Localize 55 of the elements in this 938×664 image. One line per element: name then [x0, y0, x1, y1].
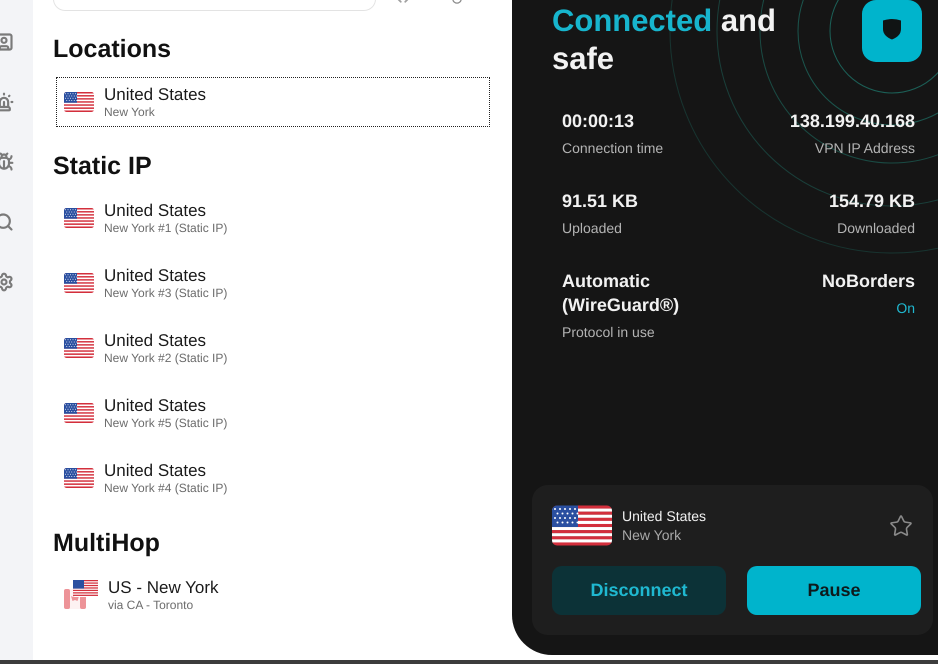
- flag-icon: [64, 208, 94, 228]
- location-name: United States: [104, 200, 208, 220]
- flag-icon: [64, 338, 94, 358]
- location-name: US - New York: [108, 578, 219, 598]
- location-detail: New York #2 (Static IP): [104, 350, 228, 366]
- stat-value: Automatic (WireGuard®): [562, 270, 680, 317]
- location-detail: New York #3 (Static IP): [104, 286, 228, 300]
- location-detail: New York: [622, 526, 682, 544]
- flag-icon: [64, 403, 94, 423]
- section-heading: MultiHop: [53, 529, 161, 557]
- stat-value: 00:00:13: [562, 110, 634, 133]
- location-name: United States: [104, 460, 208, 480]
- stat-value: 91.51 KB: [562, 190, 638, 213]
- location-item[interactable]: United States New York #1 (Static IP): [56, 193, 490, 243]
- user-icon[interactable]: [0, 32, 14, 52]
- location-item[interactable]: US - New York via CA - Toronto: [56, 570, 490, 620]
- location-detail: New York #4 (Static IP): [104, 480, 228, 496]
- location-item[interactable]: United States New York #4 (Static IP): [56, 453, 490, 503]
- stat-value: NoBorders: [822, 270, 915, 293]
- status-title: Connected and safe: [552, 2, 777, 78]
- location-detail: via CA - Toronto: [108, 598, 194, 612]
- section-heading: Static IP: [53, 152, 153, 180]
- search-icon[interactable]: [0, 212, 14, 232]
- double-flag-icon: [64, 580, 98, 610]
- stat-value: 154.79 KB: [828, 190, 915, 213]
- flag-icon: [64, 273, 94, 293]
- section-heading: Locations: [53, 35, 172, 63]
- flag-icon: [64, 468, 94, 488]
- stat-label: VPN IP Address: [814, 139, 915, 158]
- location-item[interactable]: United States New York #3 (Static IP): [56, 258, 490, 308]
- stat-label: Protocol in use: [562, 323, 655, 342]
- bug-icon[interactable]: [0, 152, 14, 172]
- stat-label: Uploaded: [562, 219, 622, 238]
- location-detail: New York: [104, 104, 156, 120]
- location-item[interactable]: United States New York: [56, 77, 490, 127]
- flag-icon: [64, 92, 94, 112]
- location-detail: New York #1 (Static IP): [104, 220, 228, 236]
- disconnect-button[interactable]: Disconnect: [552, 566, 726, 615]
- location-name: United States: [104, 84, 206, 104]
- settings-icon[interactable]: [0, 272, 14, 292]
- stat-label: Downloaded: [837, 219, 915, 238]
- location-item[interactable]: United States New York #2 (Static IP): [56, 323, 490, 373]
- location-detail: New York #5 (Static IP): [104, 416, 228, 430]
- location-name: United States: [104, 266, 208, 286]
- flag-icon: [552, 505, 612, 546]
- pause-button[interactable]: Pause: [747, 566, 921, 615]
- feature-status: On: [896, 299, 915, 318]
- stat-value: 138.199.40.168: [790, 110, 915, 133]
- favorite-star-icon[interactable]: [889, 514, 913, 538]
- location-item[interactable]: United States New York #5 (Static IP): [56, 388, 490, 438]
- location-name: United States: [104, 396, 208, 416]
- location-name: United States: [104, 330, 208, 350]
- stat-label: Connection time: [562, 139, 664, 158]
- siren-icon[interactable]: [0, 92, 14, 112]
- location-name: United States: [622, 506, 708, 526]
